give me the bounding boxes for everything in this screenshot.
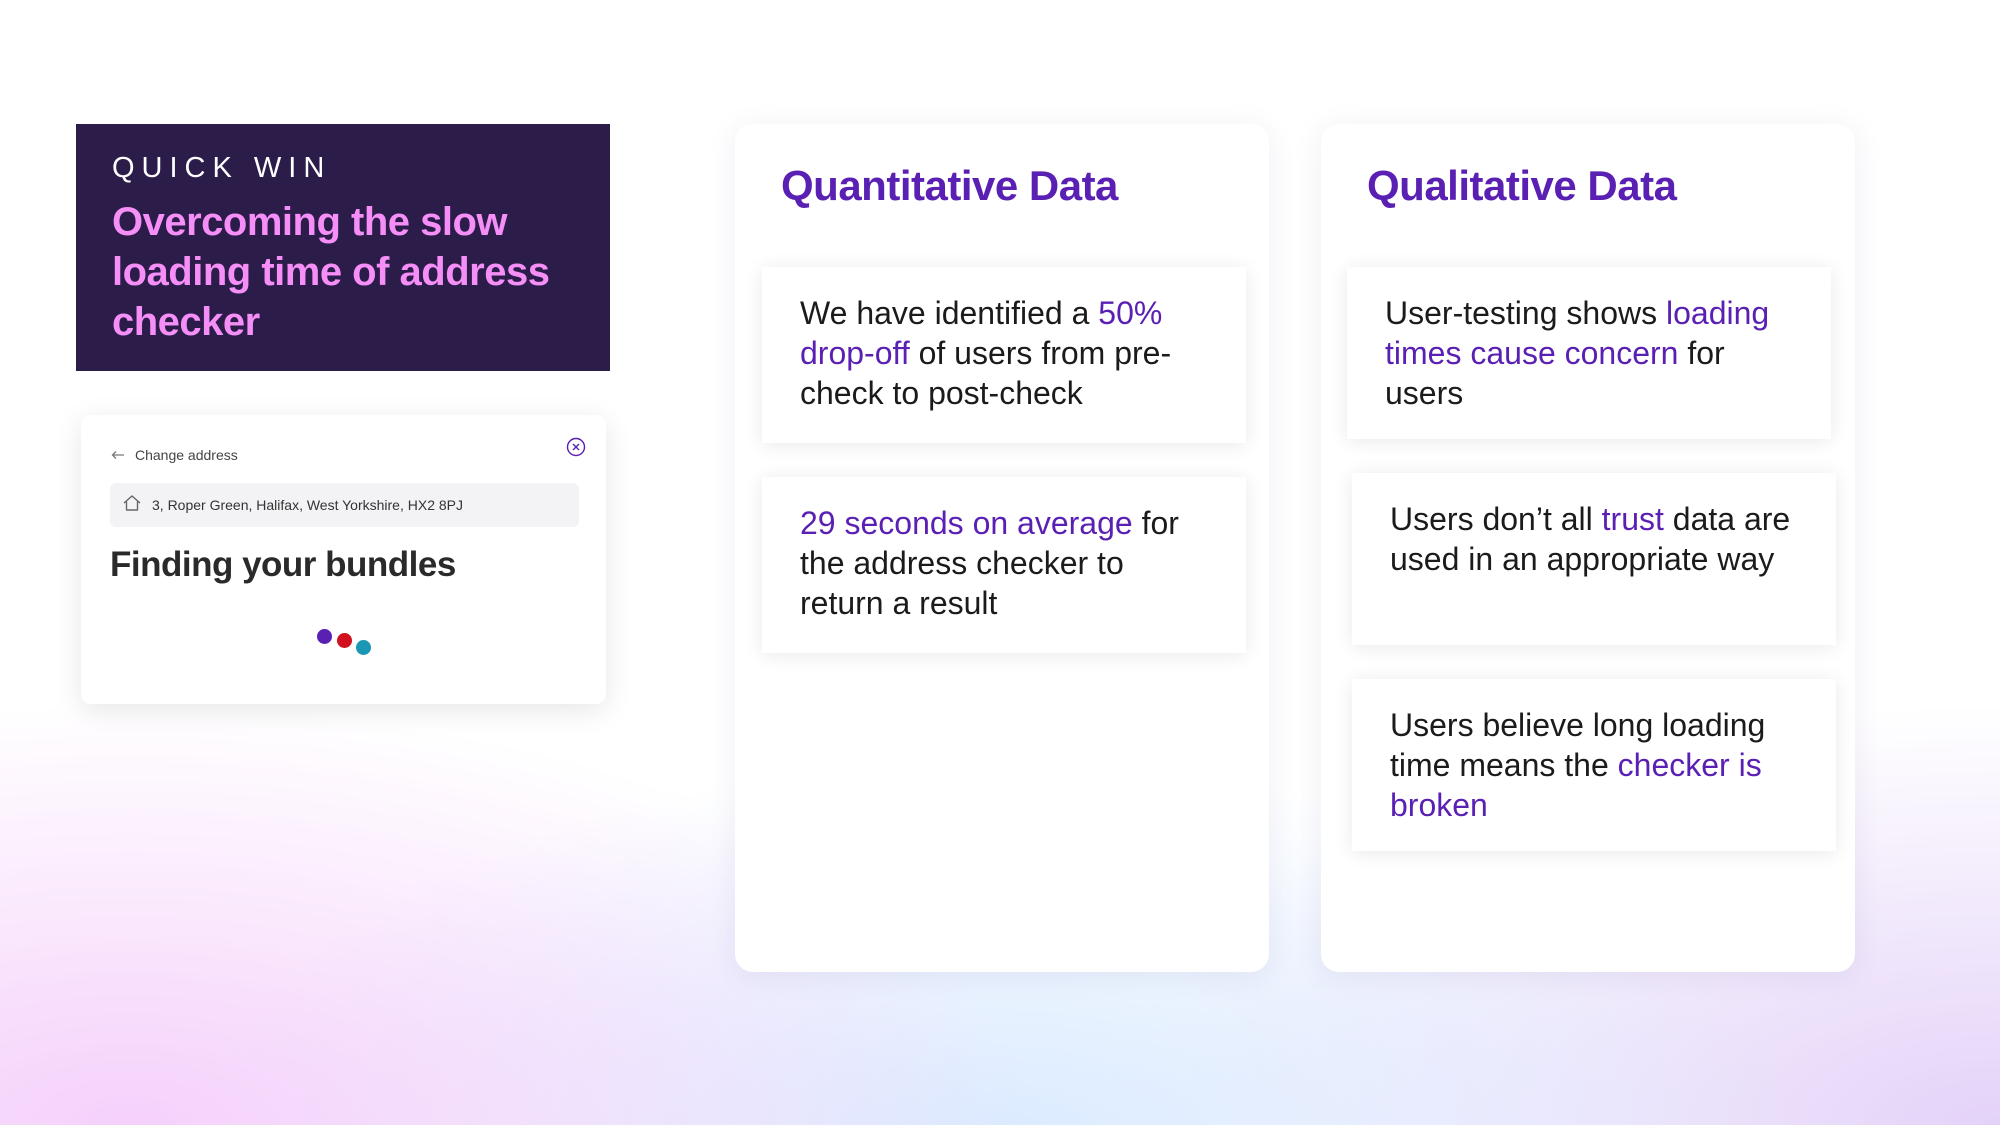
quantitative-card: We have identified a 50% drop-off of use… bbox=[762, 267, 1246, 443]
loader-dot bbox=[356, 640, 371, 655]
quick-win-kicker: QUICK WIN bbox=[112, 152, 332, 184]
card-text: Users don’t all bbox=[1390, 501, 1602, 537]
qualitative-card: User-testing shows loading times cause c… bbox=[1347, 267, 1831, 439]
close-icon[interactable] bbox=[566, 437, 586, 457]
change-address-link[interactable]: Change address bbox=[111, 447, 238, 463]
card-text: User-testing shows bbox=[1385, 295, 1666, 331]
address-field[interactable]: 3, Roper Green, Halifax, West Yorkshire,… bbox=[110, 483, 579, 527]
quantitative-panel: Quantitative Data We have identified a 5… bbox=[735, 124, 1269, 972]
finding-bundles-heading: Finding your bundles bbox=[110, 545, 456, 584]
address-value: 3, Roper Green, Halifax, West Yorkshire,… bbox=[152, 497, 463, 513]
address-checker-mockup: Change address 3, Roper Green, Halifax, … bbox=[81, 415, 606, 704]
arrow-left-icon bbox=[111, 447, 125, 463]
quick-win-title: Overcoming the slow loading time of addr… bbox=[112, 200, 550, 344]
quantitative-title: Quantitative Data bbox=[781, 162, 1118, 209]
quick-win-banner: QUICK WIN Overcoming the slow loading ti… bbox=[76, 124, 610, 371]
change-address-label: Change address bbox=[135, 447, 238, 463]
loader-dot bbox=[317, 629, 332, 644]
highlight-text: 29 seconds on average bbox=[800, 505, 1133, 541]
loader-dot bbox=[337, 633, 352, 648]
quantitative-card: 29 seconds on average for the address ch… bbox=[762, 477, 1246, 653]
qualitative-card: Users don’t all trust data are used in a… bbox=[1352, 473, 1836, 645]
qualitative-card: Users believe long loading time means th… bbox=[1352, 679, 1836, 851]
home-icon bbox=[122, 494, 142, 517]
card-text: We have identified a bbox=[800, 295, 1099, 331]
highlight-text: trust bbox=[1601, 501, 1664, 537]
qualitative-title: Qualitative Data bbox=[1367, 162, 1677, 209]
qualitative-panel: Qualitative Data User-testing shows load… bbox=[1321, 124, 1855, 972]
